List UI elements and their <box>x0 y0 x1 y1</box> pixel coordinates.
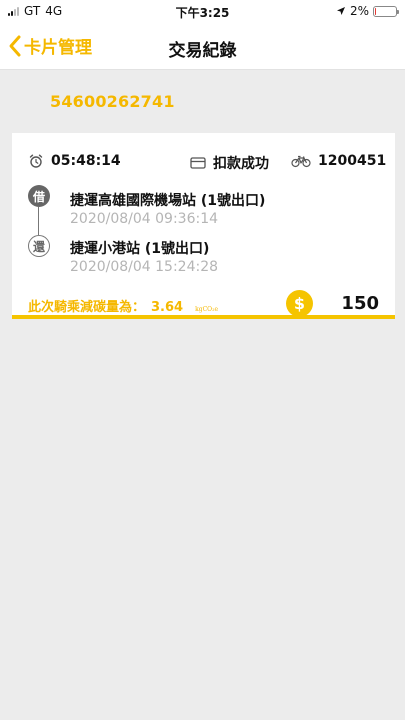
bicycle-icon <box>291 155 311 168</box>
bike-id-value: 1200451 <box>318 153 387 169</box>
borrow-station: 捷運高雄國際機場站 (1號出口) <box>70 193 266 209</box>
chevron-left-icon <box>9 35 21 56</box>
back-button-label: 卡片管理 <box>24 38 92 58</box>
borrow-time: 2020/08/04 09:36:14 <box>70 211 219 227</box>
borrow-badge: 借 <box>28 185 50 207</box>
carbon-reduction: 此次騎乘減碳量為： 3.64 kgCO₂e <box>28 296 218 315</box>
back-button[interactable]: 卡片管理 <box>8 33 92 58</box>
location-arrow-icon <box>336 7 345 15</box>
dollar-coin-icon: $ <box>286 290 313 317</box>
carbon-value: 3.64 <box>151 300 184 315</box>
alarm-clock-icon <box>29 154 43 168</box>
fare-amount: 150 <box>341 293 379 314</box>
status-bar: GT 4G 下午3:25 2% <box>0 0 405 24</box>
carbon-label: 此次騎乘減碳量為： <box>28 300 146 315</box>
transaction-card[interactable]: 05:48:14 扣款成功 1200451 借 還 捷運高雄國際機場站 (1號出… <box>12 133 395 319</box>
payment-status: 扣款成功 <box>190 153 269 173</box>
battery-percent: 2% <box>349 4 369 18</box>
return-time: 2020/08/04 15:24:28 <box>70 259 219 275</box>
navigation-bar: 卡片管理 交易紀錄 <box>0 24 405 70</box>
ride-duration: 05:48:14 <box>28 153 121 169</box>
battery-icon <box>373 5 399 17</box>
route-connector-line <box>38 207 39 235</box>
transaction-info-row: 05:48:14 扣款成功 1200451 <box>12 153 395 173</box>
coin-symbol: $ <box>293 294 306 313</box>
carbon-unit: kgCO₂e <box>195 306 219 313</box>
bike-id: 1200451 <box>291 153 386 169</box>
return-badge: 還 <box>28 235 50 257</box>
credit-card-icon <box>190 157 206 169</box>
return-station: 捷運小港站 (1號出口) <box>70 241 210 257</box>
card-number: 54600262741 <box>50 92 175 111</box>
status-bar-right: 2% <box>336 4 399 18</box>
payment-status-text: 扣款成功 <box>213 156 269 172</box>
ride-duration-value: 05:48:14 <box>51 153 121 169</box>
battery-level <box>375 7 377 15</box>
